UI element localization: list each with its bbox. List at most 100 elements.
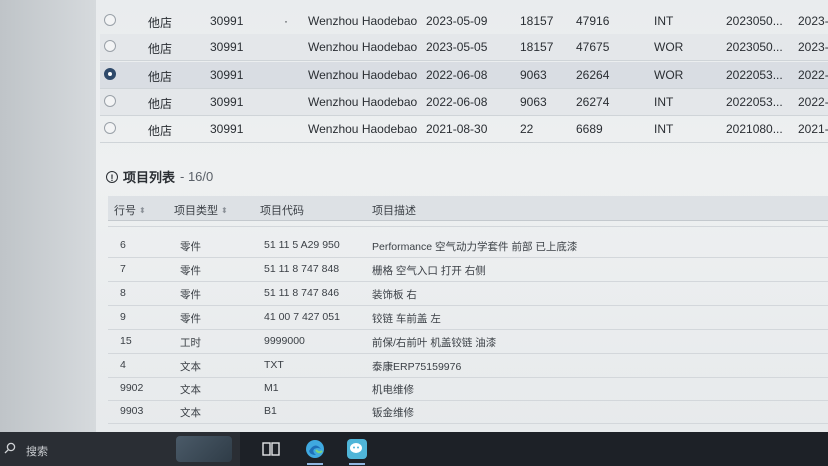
item-cell-code: 9999000 (264, 335, 305, 347)
item-cell-type: 零件 (180, 265, 201, 277)
header-item-desc[interactable]: 项目描述 (372, 202, 416, 218)
order-cell-type: 他店 (148, 124, 173, 138)
order-cell-code: 30991 (210, 14, 244, 28)
item-row[interactable]: 7 零件 51 11 8 747 848 栅格 空气入口 打开 右侧 (108, 258, 828, 282)
order-row[interactable]: 他店 30991 Wenzhou Haodebao 2021-08-30 22 6689 I… (100, 116, 828, 143)
item-row[interactable]: 9 零件 41 00 7 427 051 铰链 车前盖 左 (108, 306, 828, 330)
item-cell-desc: 前保/右前叶 机盖铰链 油漆 (372, 337, 497, 349)
partially-scrolled-row (108, 220, 828, 227)
order-cell-d1: 2022053... (726, 68, 783, 82)
row-radio[interactable] (104, 14, 116, 26)
order-cell-date: 2023-05-05 (426, 40, 488, 54)
order-cell-code: 30991 (210, 122, 244, 136)
order-cell-n2: 47916 (576, 14, 610, 28)
order-cell-n1: 18157 (520, 14, 554, 28)
item-cell-no: 4 (120, 359, 126, 371)
order-cell-d2: 2023-0 (798, 14, 828, 28)
photo-left-margin (0, 0, 96, 432)
item-cell-no: 6 (120, 239, 126, 251)
header-item-type[interactable]: 项目类型 ⬍ (174, 202, 228, 218)
item-cell-no: 9 (120, 311, 126, 323)
header-item-desc-label: 项目描述 (372, 205, 416, 217)
item-row[interactable]: 9902 文本 M1 机电维修 (108, 377, 828, 401)
item-row[interactable]: 6 零件 51 11 5 A29 950 Performance 空气动力学套件 前部… (108, 234, 828, 258)
order-cell-n1: 9063 (520, 68, 547, 82)
order-cell-d1: 2021080... (726, 122, 783, 136)
item-cell-code: TXT (264, 359, 284, 371)
order-cell-customer: Wenzhou Haodebao (308, 40, 418, 54)
item-cell-desc: 钣金维修 (372, 407, 414, 419)
item-cell-no: 15 (120, 335, 132, 347)
row-radio[interactable] (104, 95, 116, 107)
order-cell-n2: 26264 (576, 68, 610, 82)
order-cell-type: 他店 (148, 70, 173, 84)
order-cell-type: 他店 (148, 97, 173, 111)
item-row[interactable]: 8 零件 51 11 8 747 846 装饰板 右 (108, 282, 828, 306)
order-cell-kind: WOR (654, 40, 684, 54)
edge-browser-icon[interactable] (304, 438, 326, 460)
taskbar: 搜索 (0, 432, 828, 466)
item-cell-code: 51 11 5 A29 950 (264, 239, 340, 251)
order-cell-kind: INT (654, 14, 674, 28)
order-cell-d2: 2021-08- (798, 122, 828, 136)
order-cell-date: 2022-06-08 (426, 68, 488, 82)
sort-icon[interactable]: ⬍ (221, 206, 228, 215)
header-line-no[interactable]: 行号 ⬍ (114, 202, 146, 218)
header-item-code[interactable]: 项目代码 (260, 202, 304, 218)
task-view-icon[interactable] (260, 438, 282, 460)
order-cell-kind: INT (654, 95, 674, 109)
header-item-type-label: 项目类型 (174, 205, 218, 217)
order-cell-customer: Wenzhou Haodebao (308, 68, 418, 82)
item-cell-type: 文本 (180, 361, 201, 373)
item-cell-type: 零件 (180, 289, 201, 301)
row-radio-selected[interactable] (104, 68, 116, 80)
order-cell-date: 2022-06-08 (426, 95, 488, 109)
item-cell-no: 7 (120, 263, 126, 275)
item-cell-desc: 装饰板 右 (372, 289, 417, 301)
item-cell-desc: 栅格 空气入口 打开 右侧 (372, 265, 486, 277)
item-cell-no: 9903 (120, 405, 144, 417)
item-row[interactable]: 9903 文本 B1 钣金维修 (108, 400, 828, 424)
header-item-code-label: 项目代码 (260, 205, 304, 217)
order-row[interactable]: 他店 30991 Wenzhou Haodebao 2023-05-05 18157 47… (100, 34, 828, 61)
item-cell-no: 8 (120, 287, 126, 299)
order-cell-n2: 47675 (576, 40, 610, 54)
item-cell-code: 41 00 7 427 051 (264, 311, 340, 323)
header-line-no-label: 行号 (114, 205, 136, 217)
search-highlight-art (176, 436, 232, 462)
active-app-indicator (349, 463, 365, 465)
taskbar-search[interactable]: 搜索 (0, 432, 240, 466)
order-cell-type: 他店 (148, 16, 173, 30)
order-cell-code: 30991 (210, 40, 244, 54)
item-cell-type: 工时 (180, 337, 201, 349)
items-section-header: ! 项目列表 - 16/0 (106, 167, 213, 186)
item-row[interactable]: 15 工时 9999000 前保/右前叶 机盖铰链 油漆 (108, 330, 828, 354)
order-cell-n1: 22 (520, 122, 534, 136)
order-cell-kind: INT (654, 122, 674, 136)
item-cell-type: 文本 (180, 407, 201, 419)
item-cell-type: 文本 (180, 384, 201, 396)
item-cell-type: 零件 (180, 241, 201, 253)
sort-icon[interactable]: ⬍ (139, 206, 146, 215)
item-cell-desc: Performance 空气动力学套件 前部 已上底漆 (372, 241, 578, 253)
order-cell-d2: 2023-0 (798, 40, 828, 54)
order-row[interactable]: 他店 30991 Wenzhou Haodebao 2022-06-08 9063 262… (100, 62, 828, 89)
item-cell-code: B1 (264, 405, 277, 417)
order-row[interactable]: 他店 30991 · Wenzhou Haodebao 2023-05-09 18157 4… (100, 8, 828, 35)
item-cell-type: 零件 (180, 313, 201, 325)
order-row[interactable]: 他店 30991 Wenzhou Haodebao 2022-06-08 9063 262… (100, 89, 828, 116)
row-radio[interactable] (104, 40, 116, 52)
order-cell-n1: 9063 (520, 95, 547, 109)
order-cell-customer: Wenzhou Haodebao (308, 95, 418, 109)
order-cell-n2: 26274 (576, 95, 610, 109)
order-cell-d2: 2022-05 (798, 95, 828, 109)
item-cell-code: 51 11 8 747 848 (264, 263, 340, 275)
item-cell-desc: 铰链 车前盖 左 (372, 313, 441, 325)
row-radio[interactable] (104, 122, 116, 134)
item-row[interactable]: 4 文本 TXT 泰康ERP75159976 (108, 354, 828, 378)
order-cell-code: 30991 (210, 95, 244, 109)
order-cell-customer: Wenzhou Haodebao (308, 14, 418, 28)
order-cell-type: 他店 (148, 42, 173, 56)
wechat-icon[interactable] (346, 438, 368, 460)
order-cell-dot: · (284, 14, 288, 28)
